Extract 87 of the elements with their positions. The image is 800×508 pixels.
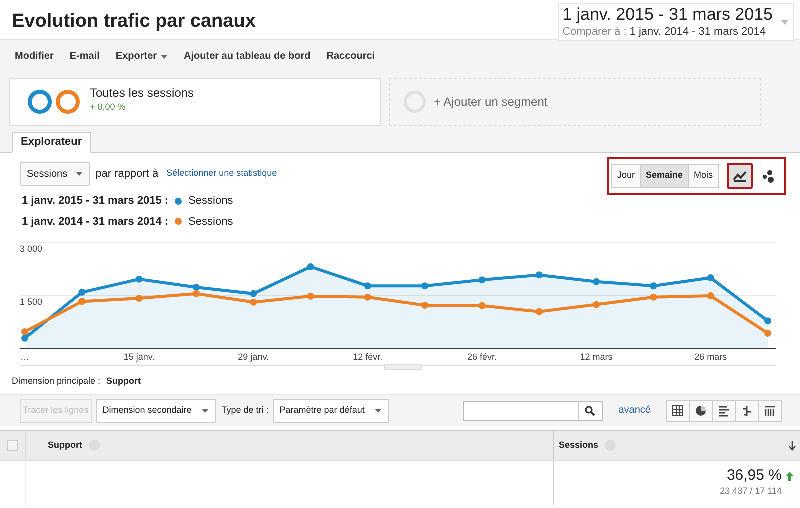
x-tick-label: 12 févr. (353, 352, 383, 362)
pivot-icon (764, 404, 776, 416)
search-field[interactable] (462, 400, 603, 420)
column-header[interactable]: Sessions (559, 438, 599, 452)
comparison-icon (741, 404, 753, 416)
compare-label: par rapport à (96, 166, 159, 182)
view-button[interactable] (689, 400, 713, 422)
dimension-label: Dimension principale : (12, 375, 101, 388)
segment-ring-icon (28, 90, 52, 114)
data-point (650, 294, 658, 301)
granularity-button[interactable]: Semaine (640, 164, 689, 188)
data-point (364, 282, 372, 290)
legend-series: Sessions (188, 214, 234, 230)
segment-card[interactable]: Toutes les sessions + 0,00 % (9, 78, 381, 126)
data-point (78, 298, 86, 306)
y-tick-label: 3 000 (20, 244, 43, 254)
total-values: 23 437 / 17 114 (720, 485, 782, 498)
x-tick-label: 29 janv. (238, 352, 270, 362)
total-percent: 36,95 % (726, 467, 782, 485)
advanced-link[interactable]: avancé (618, 403, 651, 418)
view-button[interactable] (735, 400, 759, 422)
data-point (307, 292, 314, 300)
search-icon (585, 406, 596, 416)
select-all-checkbox[interactable] (7, 440, 18, 451)
toolbar-button[interactable]: Exporter (116, 49, 168, 64)
bar-chart-icon (718, 404, 730, 416)
view-button[interactable] (666, 400, 690, 422)
data-point (536, 308, 543, 316)
segment-ring-icon (56, 90, 80, 114)
x-tick-label: 12 mars (580, 352, 613, 362)
x-tick-label: 26 févr. (467, 352, 497, 362)
legend-series: Sessions (188, 194, 234, 209)
resize-handle[interactable] (384, 364, 422, 370)
data-point (593, 278, 600, 286)
metric-dropdown[interactable]: Sessions (20, 162, 90, 186)
view-button[interactable] (758, 400, 782, 422)
segment-change: + 0,00 % (90, 100, 127, 114)
data-point (650, 282, 658, 290)
x-tick-label: 26 mars (694, 352, 728, 362)
data-point (764, 318, 772, 325)
segment-name: Toutes les sessions (90, 86, 194, 101)
view-button[interactable] (712, 400, 736, 422)
page-title: Evolution trafic par canaux (12, 10, 256, 34)
caret-icon (374, 408, 382, 412)
sort-label: Type de tri : (222, 404, 269, 417)
data-point (364, 294, 372, 301)
data-point (764, 330, 772, 337)
add-segment-label: + Ajouter un segment (434, 94, 548, 111)
toolbar-button[interactable]: E-mail (70, 49, 100, 64)
data-point (422, 302, 429, 310)
grid-icon (672, 404, 684, 416)
pie-chart-icon (695, 404, 707, 416)
column-header[interactable]: Support (48, 438, 82, 452)
data-point (307, 264, 314, 271)
toolbar-button[interactable]: Ajouter au tableau de bord (184, 49, 311, 64)
granularity-button[interactable]: Mois (688, 164, 719, 188)
data-point (478, 302, 486, 310)
bubbles-icon (761, 169, 775, 183)
data-point (536, 272, 543, 279)
toolbar-button[interactable]: Raccourci (326, 49, 376, 64)
x-tick-label: 15 janv. (124, 352, 155, 362)
legend-range: 1 janv. 2015 - 31 mars 2015 : (22, 194, 169, 209)
secondary-dimension-dropdown[interactable]: Dimension secondaire (96, 398, 216, 422)
y-tick-label: 1 500 (20, 297, 43, 307)
sort-dropdown[interactable]: Paramètre par défaut (272, 398, 389, 422)
x-tick-label: … (20, 352, 30, 362)
data-point (136, 294, 143, 302)
legend-range: 1 janv. 2014 - 31 mars 2014 : (22, 214, 169, 230)
caret-icon (781, 20, 789, 25)
line-chart-icon (733, 170, 747, 182)
add-segment-button[interactable]: + Ajouter un segment (389, 78, 761, 126)
caret-icon (76, 172, 83, 176)
caret-icon (202, 408, 209, 412)
data-point (707, 274, 714, 282)
data-point (136, 276, 143, 283)
data-point (593, 301, 600, 308)
dimension-value: Support (106, 375, 142, 388)
toolbar-button[interactable]: Modifier (15, 49, 54, 64)
data-point (478, 276, 486, 284)
granularity-button[interactable]: Jour (611, 164, 641, 188)
data-point (78, 288, 86, 296)
line-chart-button[interactable] (727, 163, 753, 189)
data-point (422, 282, 429, 290)
select-metric-link[interactable]: Sélectionner une statistique (166, 167, 278, 181)
tab[interactable]: Explorateur (12, 132, 92, 153)
date-range-picker[interactable]: 1 janv. 2015 - 31 mars 2015 Comparer à : 1 janv. 2014 - 31 mars 2014 (558, 3, 794, 41)
data-point (707, 292, 714, 300)
